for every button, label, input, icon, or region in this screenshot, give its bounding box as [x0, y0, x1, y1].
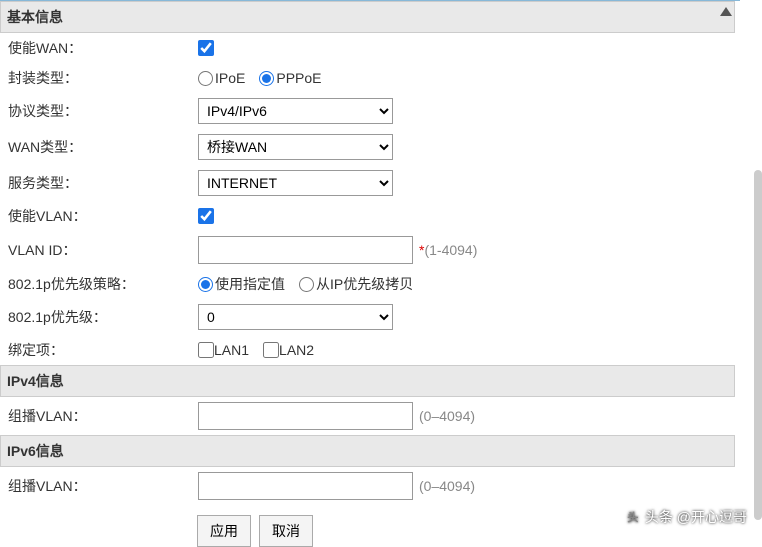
lan1-text: LAN1	[214, 342, 249, 358]
label-enable-wan: 使能WAN：	[8, 38, 198, 58]
label-protocol: 协议类型：	[8, 101, 198, 121]
radio-use-specified-text: 使用指定值	[215, 274, 285, 294]
protocol-select[interactable]: IPv4/IPv6	[198, 98, 393, 124]
radio-pppoe[interactable]	[259, 71, 274, 86]
radio-ipoe[interactable]	[198, 71, 213, 86]
label-multicast-vlan-v4: 组播VLAN：	[8, 406, 198, 426]
section-ipv6-info: IPv6信息	[0, 435, 735, 467]
cancel-button[interactable]: 取消	[259, 515, 313, 547]
collapse-up-icon[interactable]	[720, 7, 732, 16]
service-type-select[interactable]: INTERNET	[198, 170, 393, 196]
label-encapsulation: 封装类型：	[8, 68, 198, 88]
vlan-id-hint: *(1-4094)	[419, 242, 477, 258]
section-basic-info: 基本信息	[0, 1, 735, 33]
priority-select[interactable]: 0	[198, 304, 393, 330]
radio-use-specified[interactable]	[198, 277, 213, 292]
enable-vlan-checkbox[interactable]	[198, 208, 214, 224]
watermark: 头 头条 @开心逗哥	[625, 507, 747, 527]
label-binding: 绑定项：	[8, 340, 198, 360]
radio-copy-from-ip-label[interactable]: 从IP优先级拷贝	[299, 274, 413, 294]
label-wan-type: WAN类型：	[8, 137, 198, 157]
vlan-id-input[interactable]	[198, 236, 413, 264]
radio-pppoe-label[interactable]: PPPoE	[259, 70, 321, 86]
label-service-type: 服务类型：	[8, 173, 198, 193]
radio-ipoe-text: IPoE	[215, 70, 245, 86]
label-priority: 802.1p优先级：	[8, 307, 198, 327]
multicast-v6-hint: (0–4094)	[419, 478, 475, 494]
lan2-checkbox[interactable]	[263, 342, 279, 358]
lan1-label[interactable]: LAN1	[198, 342, 249, 358]
multicast-v4-hint: (0–4094)	[419, 408, 475, 424]
watermark-text: 头条 @开心逗哥	[645, 507, 747, 527]
multicast-vlan-v4-input[interactable]	[198, 402, 413, 430]
lan2-label[interactable]: LAN2	[263, 342, 314, 358]
watermark-icon: 头	[625, 509, 641, 525]
radio-use-specified-label[interactable]: 使用指定值	[198, 274, 285, 294]
multicast-vlan-v6-input[interactable]	[198, 472, 413, 500]
lan2-text: LAN2	[279, 342, 314, 358]
radio-copy-from-ip-text: 从IP优先级拷贝	[316, 274, 413, 294]
scrollbar[interactable]	[754, 170, 762, 520]
apply-button[interactable]: 应用	[197, 515, 251, 547]
radio-copy-from-ip[interactable]	[299, 277, 314, 292]
label-multicast-vlan-v6: 组播VLAN：	[8, 476, 198, 496]
enable-wan-checkbox[interactable]	[198, 40, 214, 56]
radio-ipoe-label[interactable]: IPoE	[198, 70, 245, 86]
label-priority-policy: 802.1p优先级策略：	[8, 274, 198, 294]
section-ipv4-info: IPv4信息	[0, 365, 735, 397]
label-enable-vlan: 使能VLAN：	[8, 206, 198, 226]
lan1-checkbox[interactable]	[198, 342, 214, 358]
label-vlan-id: VLAN ID：	[8, 240, 198, 260]
wan-type-select[interactable]: 桥接WAN	[198, 134, 393, 160]
radio-pppoe-text: PPPoE	[276, 70, 321, 86]
